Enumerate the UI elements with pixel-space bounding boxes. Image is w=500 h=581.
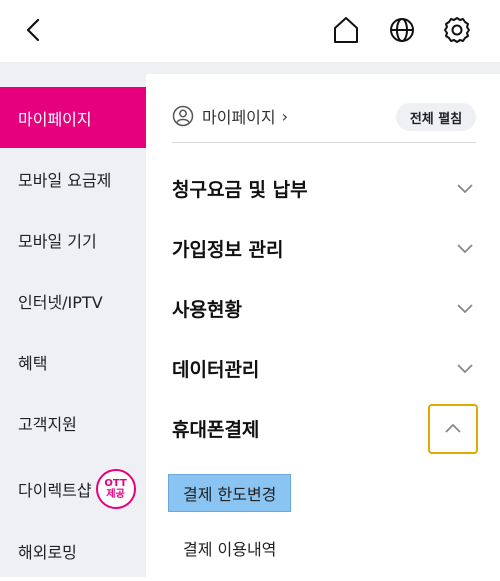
sidebar-item-label: 해외로밍 [18,542,77,562]
sidebar-item-label: 모바일 요금제 [18,170,112,190]
sidebar-item-mobile-plan[interactable]: 모바일 요금제 [0,148,146,209]
sidebar-item-label: 모바일 기기 [18,231,97,251]
section-label: 청구요금 및 납부 [172,178,308,201]
top-bar [0,0,500,62]
chevron-left-icon [26,18,40,42]
divider [172,142,476,143]
section-subscription[interactable]: 가입정보 관리 [172,228,476,268]
sub-item-payment-limit[interactable]: 결제 한도변경 [168,474,292,512]
sidebar-item-mypage[interactable]: 마이페이지 [0,87,146,148]
chevron-up-icon [445,423,461,433]
user-icon [172,105,194,127]
section-usage[interactable]: 사용현황 [172,288,476,328]
breadcrumb-label: 마이페이지 [202,108,276,127]
sidebar: 마이페이지 모바일 요금제 모바일 기기 인터넷/IPTV 혜택 고객지원 다이… [0,74,146,577]
section-label: 데이터관리 [172,358,260,381]
sidebar-item-label: 마이페이지 [18,109,92,129]
section-label: 사용현황 [172,298,242,321]
collapse-toggle-button[interactable] [428,404,478,454]
sidebar-item-roaming[interactable]: 해외로밍 [0,520,146,581]
section-data[interactable]: 데이터관리 [172,348,476,388]
sidebar-item-benefits[interactable]: 혜택 [0,331,146,392]
chevron-right-icon: › [281,106,289,126]
ott-badge: OTT 제공 [95,468,136,509]
language-button[interactable] [386,12,418,48]
chevron-down-icon [457,184,473,194]
section-label: 휴대폰결제 [172,418,260,441]
header-separator [0,62,500,74]
ott-badge-line2: 제공 [106,488,125,500]
chevron-down-icon [457,364,473,374]
sidebar-item-label: 인터넷/IPTV [18,292,103,312]
ott-badge-line1: OTT [104,477,127,489]
sidebar-item-label: 고객지원 [18,414,77,434]
sub-item-payment-history[interactable]: 결제 이용내역 [169,530,290,566]
home-button[interactable] [330,12,362,48]
breadcrumb[interactable]: 마이페이지 › [172,104,288,128]
sidebar-item-mobile-device[interactable]: 모바일 기기 [0,209,146,270]
sidebar-item-label: 다이렉트샵 [18,480,92,500]
section-label: 가입정보 관리 [172,238,284,261]
main-panel: 마이페이지 › 전체 펼침 청구요금 및 납부 가입정보 관리 사용현황 데이터… [146,74,500,577]
expand-all-button[interactable]: 전체 펼침 [396,103,476,131]
sidebar-item-internet-iptv[interactable]: 인터넷/IPTV [0,270,146,331]
chevron-down-icon [457,304,473,314]
chevron-down-icon [457,244,473,254]
gear-icon [444,17,470,43]
globe-icon [390,18,414,42]
home-icon [334,17,358,43]
back-button[interactable] [18,14,50,46]
settings-button[interactable] [441,12,473,48]
sidebar-item-direct-shop[interactable]: 다이렉트샵 OTT 제공 [0,458,146,519]
sidebar-item-support[interactable]: 고객지원 [0,392,146,453]
section-billing[interactable]: 청구요금 및 납부 [172,168,476,208]
sidebar-item-label: 혜택 [18,353,48,373]
